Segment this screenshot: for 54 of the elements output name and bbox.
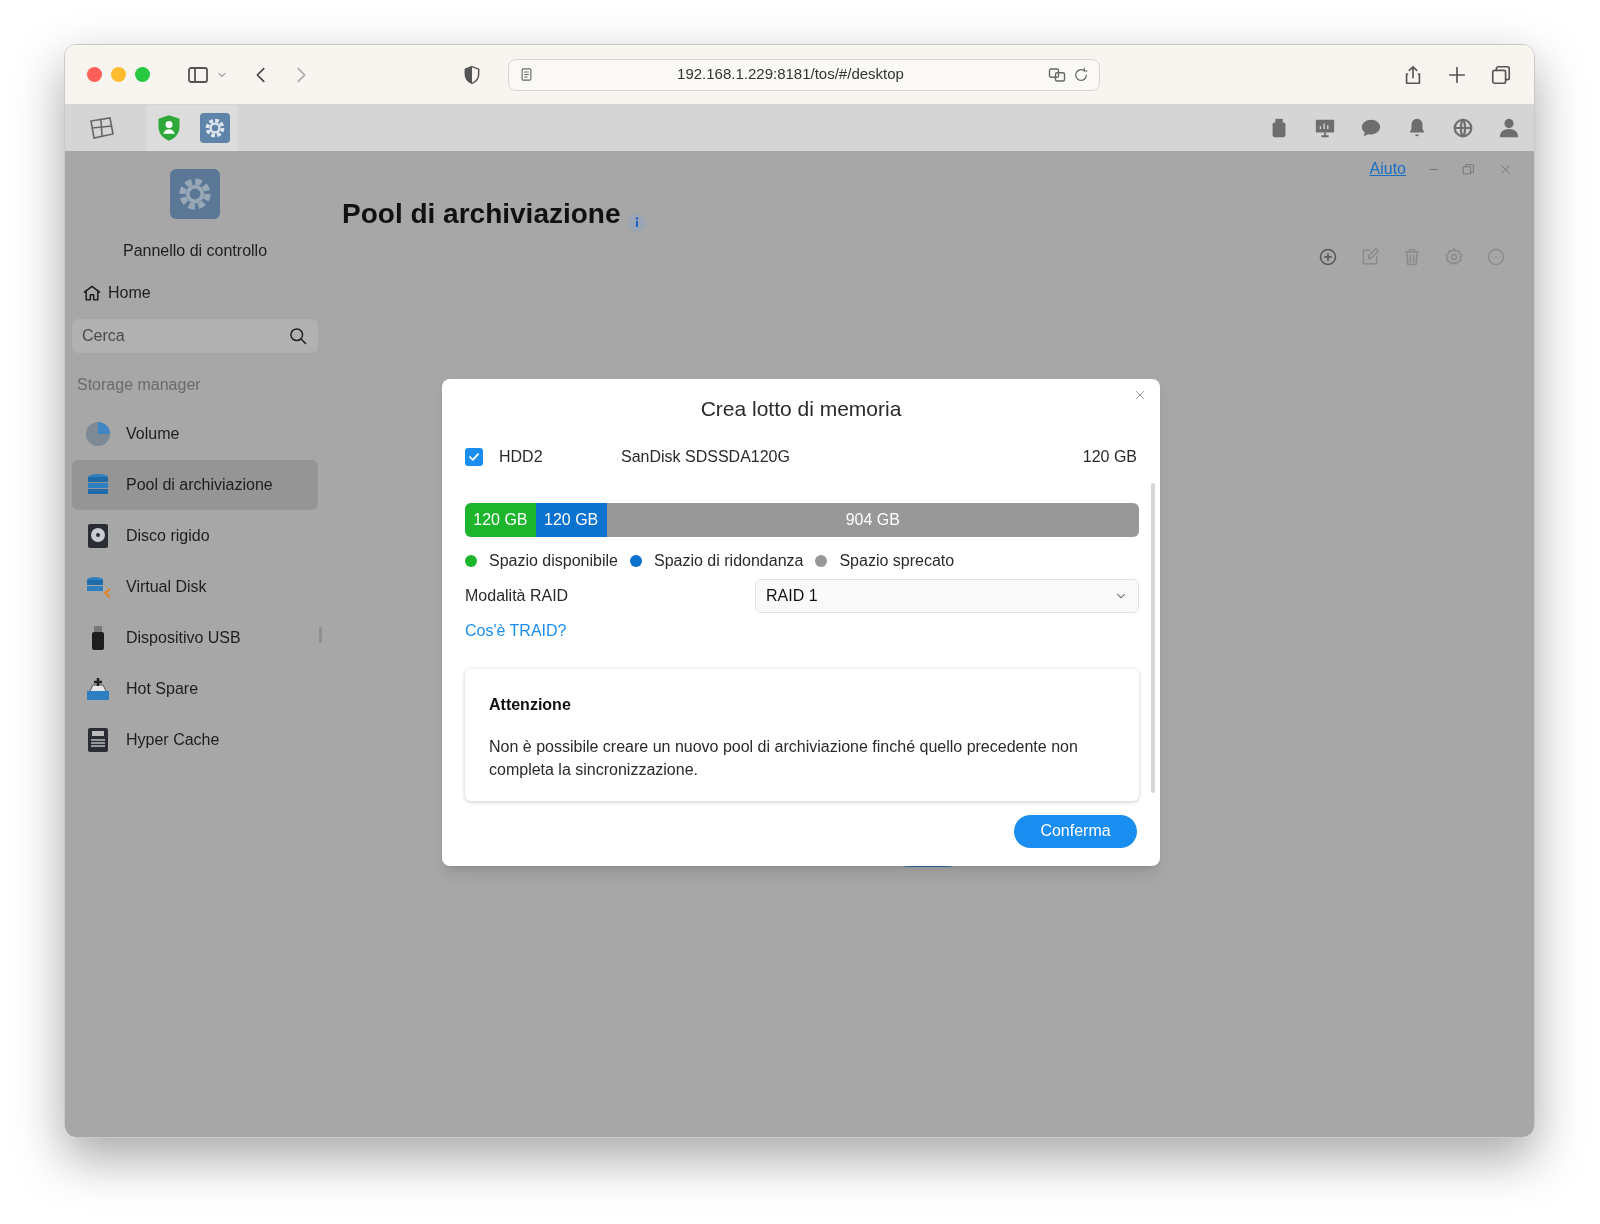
traid-link[interactable]: Cos'è TRAID? (465, 618, 567, 643)
taskbar-app[interactable] (192, 105, 238, 151)
sidebar-item[interactable]: Disco rigido (72, 511, 318, 561)
sidebar-item[interactable]: Hyper Cache (72, 715, 318, 765)
search-icon[interactable] (288, 326, 308, 346)
tabs-icon[interactable] (1490, 63, 1512, 86)
shield-icon[interactable] (462, 64, 482, 85)
search-field[interactable]: Cerca (72, 319, 318, 353)
sidebar-item[interactable]: Volume (72, 409, 318, 459)
legend-label: Spazio sprecato (839, 550, 955, 571)
zoom-window-button[interactable] (135, 67, 150, 82)
close-icon[interactable] (1499, 162, 1512, 176)
notice-text: Non è possibile creare un nuovo pool di archiviazione finché quello precedente non completa la sincronizzazione. (489, 736, 1079, 780)
globe-icon[interactable] (1452, 117, 1474, 139)
taskbar-app[interactable] (146, 105, 192, 151)
close-window-button[interactable] (87, 67, 102, 82)
chat-icon[interactable] (1360, 117, 1382, 139)
add-icon[interactable] (1318, 247, 1338, 267)
legend-label: Spazio disponibile (489, 550, 618, 571)
capacity-segment: 120 GB (465, 502, 536, 537)
info-icon[interactable] (626, 213, 647, 233)
dialog-title: Crea lotto di memoria (700, 396, 902, 422)
restore-icon[interactable] (1462, 162, 1475, 176)
sidebar-item[interactable]: Pool di archiviazione (72, 460, 318, 510)
page-icon (519, 67, 534, 82)
url-text: 192.168.1.229:8181/tos/#/desktop (676, 64, 905, 85)
user-icon[interactable] (1498, 117, 1520, 139)
reload-icon[interactable] (1073, 66, 1089, 83)
gear-icon (170, 169, 220, 219)
close-icon[interactable] (1134, 389, 1146, 401)
capacity-segment: 120 GB (535, 502, 607, 537)
disk-size: 120 GB (1082, 446, 1137, 467)
legend-label: Spazio di ridondanza (654, 550, 804, 571)
raid-select[interactable]: RAID 1 (755, 578, 1139, 613)
gear-icon (200, 113, 230, 143)
monitor-chart-icon[interactable] (1314, 117, 1336, 139)
window-icon[interactable] (88, 114, 116, 142)
notice-title: Attenzione (489, 694, 572, 715)
capacity-segment: 904 GB (606, 502, 1139, 537)
minimize-icon[interactable] (1430, 168, 1438, 170)
page-title: Pool di archiviazione (342, 197, 621, 231)
home-link[interactable]: Home (82, 281, 151, 305)
home-icon (82, 283, 102, 303)
section-heading: Storage manager (77, 375, 202, 395)
sidebar-item[interactable]: Dispositivo USB (72, 613, 318, 663)
translate-icon[interactable] (1047, 65, 1067, 84)
disk-model: SanDisk SDSSDA120G (621, 446, 790, 467)
disk-checkbox[interactable] (465, 447, 483, 466)
app-title: Pannello di controllo (122, 241, 268, 261)
address-bar[interactable]: 192.168.1.229:8181/tos/#/desktop (508, 58, 1100, 91)
sidebar-item[interactable]: Virtual Disk (72, 562, 318, 612)
sidebar-item[interactable]: Hot Spare (72, 664, 318, 714)
raid-label: Modalità RAID (465, 585, 569, 606)
disk-id: HDD2 (499, 446, 544, 467)
